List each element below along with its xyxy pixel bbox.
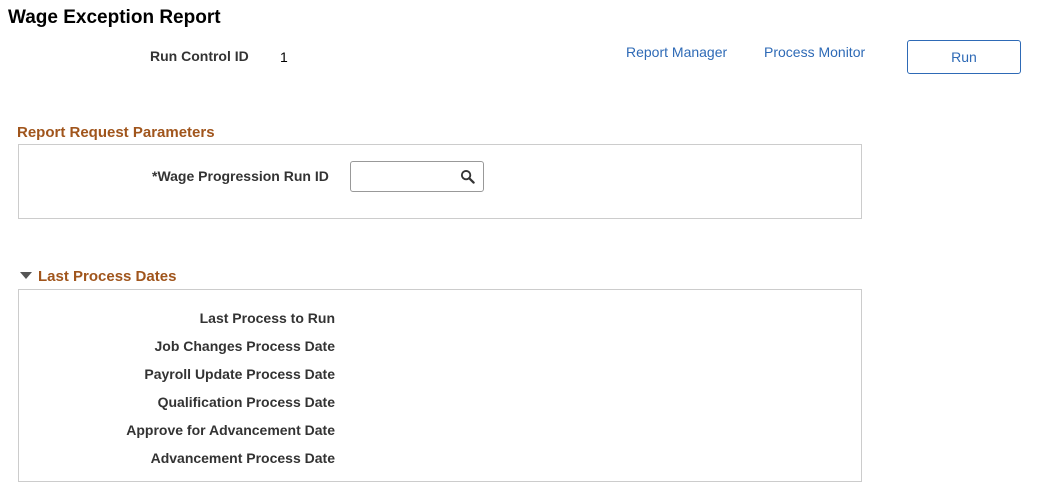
last-process-dates-box: Last Process to Run Job Changes Process … [18,289,862,482]
last-process-dates-header[interactable]: Last Process Dates [20,268,176,285]
run-button[interactable]: Run [907,40,1021,74]
run-control-id-value: 1 [280,49,288,65]
last-process-to-run-label: Last Process to Run [199,310,335,326]
triangle-down-icon[interactable] [20,272,32,279]
wage-progression-run-id-input[interactable] [353,164,461,188]
last-process-dates-title: Last Process Dates [38,268,177,285]
report-manager-link[interactable]: Report Manager [626,44,727,60]
page-title: Wage Exception Report [8,7,221,28]
qualification-process-date-label: Qualification Process Date [157,394,335,410]
approve-for-advancement-date-label: Approve for Advancement Date [126,422,335,438]
payroll-update-process-date-label: Payroll Update Process Date [144,366,335,382]
process-monitor-link[interactable]: Process Monitor [764,44,865,60]
wage-progression-run-id-label: *Wage Progression Run ID [152,168,329,184]
search-icon[interactable] [460,169,475,184]
report-request-parameters-title: Report Request Parameters [17,124,215,141]
wage-progression-run-id-field[interactable] [350,161,484,192]
job-changes-process-date-label: Job Changes Process Date [154,338,335,354]
advancement-process-date-label: Advancement Process Date [150,450,335,466]
report-request-parameters-box: *Wage Progression Run ID [18,144,862,219]
run-control-id-label: Run Control ID [150,48,249,64]
